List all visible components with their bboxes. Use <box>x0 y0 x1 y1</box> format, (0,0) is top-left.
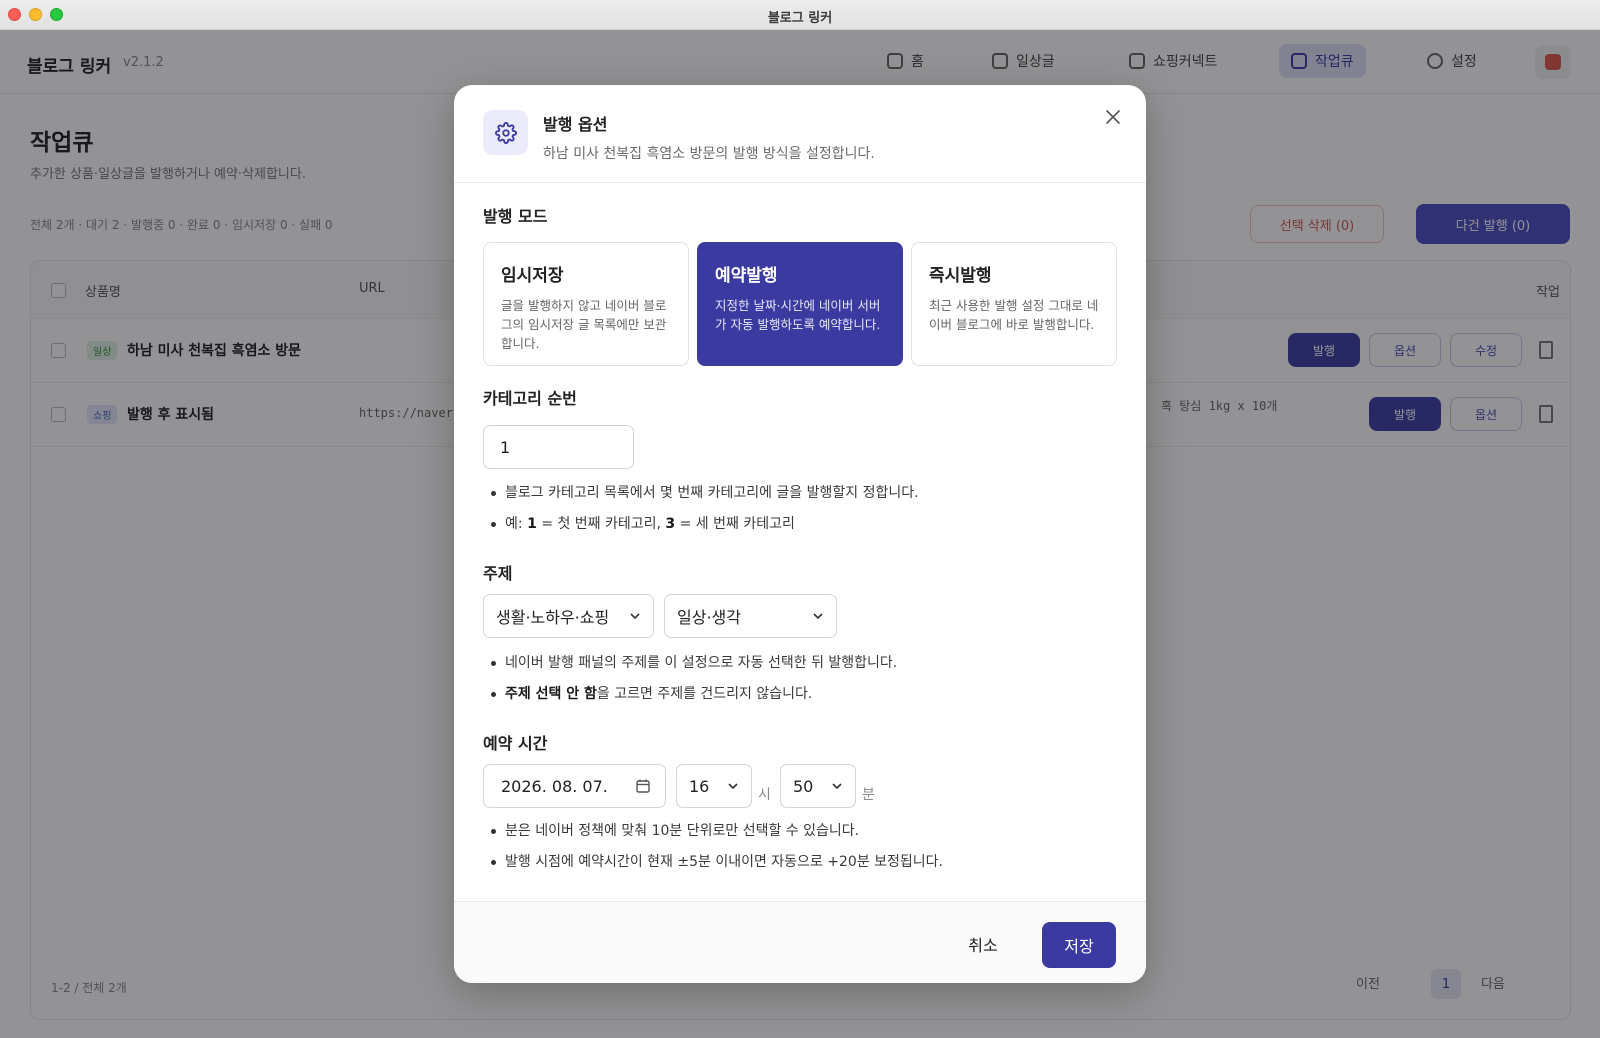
schedule-note-1: 분은 네이버 정책에 맞춰 10분 단위로만 선택할 수 있습니다. <box>491 821 943 852</box>
mode-card-scheduled[interactable]: 예약발행 지정한 날짜·시간에 네이버 서버가 자동 발행하도록 예약합니다. <box>697 242 903 366</box>
topic-sub-select[interactable]: 일상·생각 <box>664 594 837 638</box>
topic-main-select[interactable]: 생활·노하우·쇼핑 <box>483 594 654 638</box>
publish-options-modal: 발행 옵션 하남 미사 천복집 흑염소 방문의 발행 방식을 설정합니다. 발행… <box>454 85 1146 983</box>
note-bold: 1 <box>527 516 537 532</box>
mode-description: 지정한 날짜·시간에 네이버 서버가 자동 발행하도록 예약합니다. <box>715 298 881 332</box>
topic-main-value: 생활·노하우·쇼핑 <box>496 608 610 627</box>
mode-card-draft[interactable]: 임시저장 글을 발행하지 않고 네이버 블로그의 임시저장 글 목록에만 보관합… <box>483 242 689 366</box>
category-label: 카테고리 순번 <box>483 389 577 408</box>
mode-description: 최근 사용한 발행 설정 그대로 네이버 블로그에 바로 발행합니다. <box>929 298 1099 332</box>
mode-card-immediate[interactable]: 즉시발행 최근 사용한 발행 설정 그대로 네이버 블로그에 바로 발행합니다. <box>911 242 1117 366</box>
mode-title: 임시저장 <box>501 266 564 286</box>
hour-value: 16 <box>689 776 710 796</box>
chevron-down-icon <box>832 783 842 790</box>
category-index-input[interactable] <box>483 425 634 469</box>
note-bold: 3 <box>665 516 676 532</box>
window-titlebar: 블로그 링커 <box>0 0 1600 30</box>
mode-title: 예약발행 <box>715 266 778 286</box>
modal-footer: 취소 저장 <box>454 901 1146 983</box>
modal-header: 발행 옵션 하남 미사 천복집 흑염소 방문의 발행 방식을 설정합니다. <box>454 85 1146 183</box>
schedule-note-2: 발행 시점에 예약시간이 현재 ±5분 이내이면 자동으로 +20분 보정됩니다… <box>491 852 943 883</box>
topic-note-1: 네이버 발행 패널의 주제를 이 설정으로 자동 선택한 뒤 발행합니다. <box>491 653 897 684</box>
category-notes: 블로그 카테고리 목록에서 몇 번째 카테고리에 글을 발행할지 정합니다. 예… <box>491 483 919 545</box>
minute-select[interactable]: 50 <box>780 764 856 808</box>
save-button[interactable]: 저장 <box>1042 922 1116 968</box>
close-icon[interactable] <box>1103 107 1123 127</box>
window-title: 블로그 링커 <box>767 11 833 26</box>
modal-subtitle: 하남 미사 천복집 흑염소 방문의 발행 방식을 설정합니다. <box>543 146 875 162</box>
note-text: 을 고르면 주제를 건드리지 않습니다. <box>596 686 813 702</box>
schedule-label: 예약 시간 <box>483 734 548 753</box>
chevron-down-icon <box>813 613 823 620</box>
cancel-button[interactable]: 취소 <box>950 922 1016 966</box>
note-text: = 세 번째 카테고리 <box>675 516 795 532</box>
category-note-2: 예: 1 = 첫 번째 카테고리, 3 = 세 번째 카테고리 <box>491 514 919 545</box>
calendar-icon[interactable] <box>635 778 651 794</box>
note-text: 예: <box>505 516 528 532</box>
note-text: = 첫 번째 카테고리, <box>536 516 666 532</box>
topic-label: 주제 <box>483 564 513 583</box>
note-bold: 주제 선택 안 함 <box>505 686 597 702</box>
topic-notes: 네이버 발행 패널의 주제를 이 설정으로 자동 선택한 뒤 발행합니다. 주제… <box>491 653 897 715</box>
chevron-down-icon <box>728 783 738 790</box>
date-value: 2026. 08. 07. <box>501 776 608 796</box>
schedule-notes: 분은 네이버 정책에 맞춰 10분 단위로만 선택할 수 있습니다. 발행 시점… <box>491 821 943 883</box>
gear-icon <box>483 110 528 155</box>
mode-title: 즉시발행 <box>929 266 992 286</box>
modal-title: 발행 옵션 <box>543 115 608 134</box>
date-picker[interactable]: 2026. 08. 07. <box>483 764 666 808</box>
minute-value: 50 <box>793 776 814 796</box>
minute-unit: 분 <box>862 787 875 803</box>
topic-sub-value: 일상·생각 <box>677 608 741 627</box>
hour-unit: 시 <box>758 787 771 803</box>
hour-select[interactable]: 16 <box>676 764 752 808</box>
topic-note-2: 주제 선택 안 함을 고르면 주제를 건드리지 않습니다. <box>491 684 897 715</box>
chevron-down-icon <box>630 613 640 620</box>
mode-description: 글을 발행하지 않고 네이버 블로그의 임시저장 글 목록에만 보관합니다. <box>501 298 667 351</box>
mode-label: 발행 모드 <box>483 207 548 226</box>
category-note-1: 블로그 카테고리 목록에서 몇 번째 카테고리에 글을 발행할지 정합니다. <box>491 483 919 514</box>
